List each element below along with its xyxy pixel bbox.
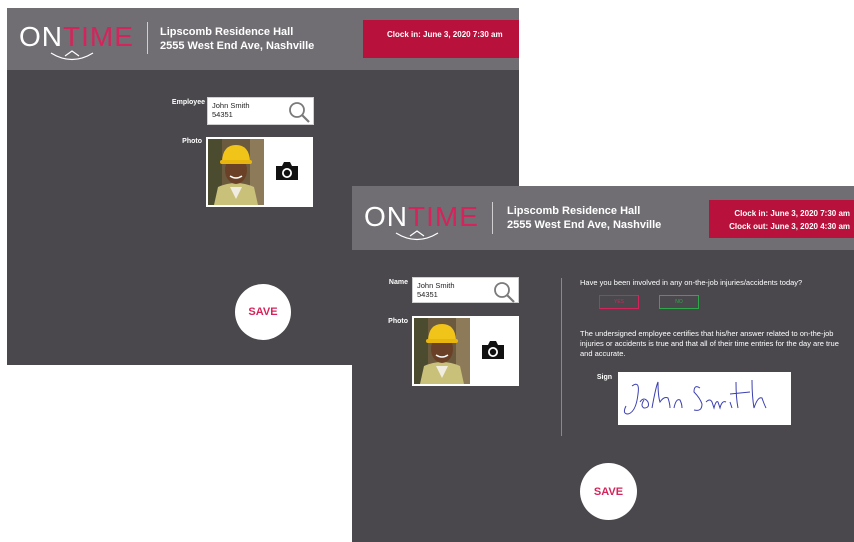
employee-photo bbox=[208, 139, 264, 205]
yes-button[interactable]: YES bbox=[599, 295, 639, 309]
photo-panel bbox=[206, 137, 313, 207]
location-address: 2555 West End Ave, Nashville bbox=[160, 40, 315, 52]
clock-in-badge: Clock in: June 3, 2020 7:30 am bbox=[363, 20, 519, 58]
location-info: Lipscomb Residence Hall 2555 West End Av… bbox=[507, 204, 661, 232]
header: ONTIME Lipscomb Residence Hall 2555 West… bbox=[7, 8, 519, 70]
clock-out-text: Clock out: June 3, 2020 4:30 am bbox=[729, 222, 850, 231]
location-address: 2555 West End Ave, Nashville bbox=[507, 219, 662, 231]
logo-smile-icon bbox=[50, 50, 94, 61]
clock-out-screen: ONTIME Lipscomb Residence Hall 2555 West… bbox=[352, 186, 854, 542]
employee-label: Employee bbox=[171, 99, 205, 106]
photo-label: Photo bbox=[182, 138, 202, 145]
clock-in-text: Clock in: June 3, 2020 7:30 am bbox=[387, 30, 503, 39]
signature-image bbox=[623, 379, 767, 415]
search-icon[interactable] bbox=[492, 280, 516, 304]
name-field[interactable]: John Smith 54351 bbox=[412, 277, 519, 303]
employee-id: 54351 bbox=[417, 290, 438, 299]
column-divider bbox=[561, 278, 562, 436]
ontime-logo: ONTIME bbox=[19, 22, 139, 61]
location-info: Lipscomb Residence Hall 2555 West End Av… bbox=[160, 25, 314, 53]
location-name: Lipscomb Residence Hall bbox=[160, 26, 294, 38]
employee-photo bbox=[414, 318, 470, 384]
employee-name: John Smith bbox=[417, 281, 455, 290]
clock-badge: Clock in: June 3, 2020 7:30 am Clock out… bbox=[709, 200, 854, 238]
photo-label: Photo bbox=[388, 318, 408, 325]
sign-label: Sign bbox=[596, 374, 612, 381]
camera-icon[interactable] bbox=[274, 160, 300, 182]
employee-name: John Smith bbox=[212, 101, 250, 110]
location-name: Lipscomb Residence Hall bbox=[507, 205, 641, 217]
no-button[interactable]: NO bbox=[659, 295, 699, 309]
injury-question: Have you been involved in any on-the-job… bbox=[580, 278, 803, 287]
camera-icon[interactable] bbox=[480, 339, 506, 361]
search-icon[interactable] bbox=[287, 100, 311, 124]
name-label: Name bbox=[388, 279, 408, 286]
clock-in-text: Clock in: June 3, 2020 7:30 am bbox=[734, 209, 850, 218]
employee-id: 54351 bbox=[212, 110, 233, 119]
ontime-logo: ONTIME bbox=[364, 202, 484, 241]
save-button[interactable]: SAVE bbox=[235, 284, 291, 340]
header-divider bbox=[147, 22, 148, 54]
certification-text: The undersigned employee certifies that … bbox=[580, 329, 839, 358]
signature-pad[interactable] bbox=[618, 372, 791, 425]
save-button[interactable]: SAVE bbox=[580, 463, 637, 520]
logo-smile-icon bbox=[395, 230, 439, 241]
header-divider bbox=[492, 202, 493, 234]
photo-panel bbox=[412, 316, 519, 386]
employee-field[interactable]: John Smith 54351 bbox=[207, 97, 314, 125]
header: ONTIME Lipscomb Residence Hall 2555 West… bbox=[352, 186, 854, 250]
